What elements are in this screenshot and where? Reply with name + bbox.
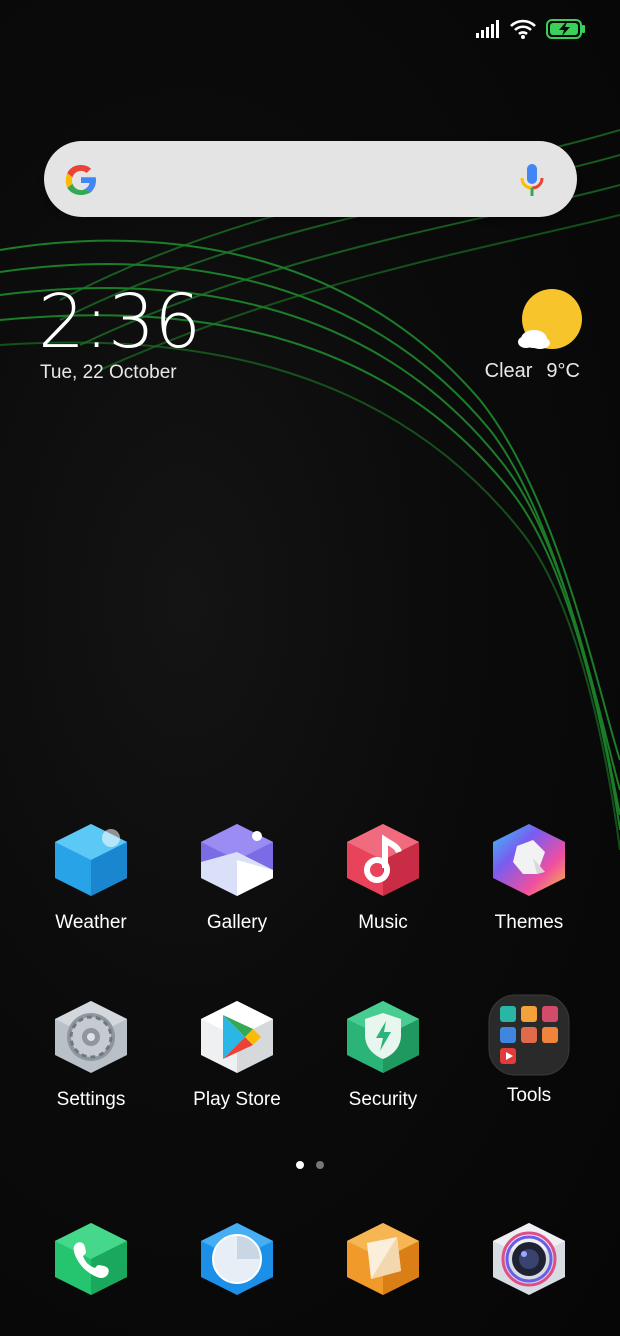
music-app[interactable]: Music <box>310 822 456 934</box>
weather-app[interactable]: Weather <box>18 822 164 934</box>
settings-app-icon <box>55 1001 127 1073</box>
app-label: Music <box>358 912 408 933</box>
dock-camera[interactable] <box>489 1221 569 1297</box>
wifi-icon <box>510 19 536 39</box>
tools-folder-icon <box>488 994 570 1076</box>
dock-phone[interactable] <box>51 1221 131 1297</box>
dock-browser[interactable] <box>197 1221 277 1297</box>
weather-widget[interactable]: Clear 9°C <box>485 360 580 383</box>
security-app-icon <box>347 1001 419 1073</box>
phone-app-icon <box>55 1223 127 1295</box>
weather-condition: Clear <box>484 360 533 382</box>
play-store-app[interactable]: Play Store <box>164 999 310 1111</box>
gallery-app[interactable]: Gallery <box>164 822 310 934</box>
file-manager-app-icon <box>347 1223 419 1295</box>
app-label: Gallery <box>206 912 268 933</box>
app-label: Play Store <box>193 1089 281 1110</box>
app-label: Security <box>348 1089 418 1110</box>
page-indicator <box>0 1161 620 1169</box>
themes-app[interactable]: Themes <box>456 822 602 934</box>
play-store-app-icon <box>201 1001 273 1073</box>
app-label: Weather <box>55 912 127 933</box>
dock-file-manager[interactable] <box>343 1221 423 1297</box>
battery-charging-icon <box>546 19 586 39</box>
gallery-app-icon <box>201 824 273 896</box>
security-app[interactable]: Security <box>310 999 456 1111</box>
tools-folder[interactable]: Tools <box>456 993 602 1107</box>
settings-app[interactable]: Settings <box>18 999 164 1111</box>
app-label: Themes <box>494 912 564 933</box>
themes-app-icon <box>493 824 565 896</box>
signal-bars-icon <box>476 20 500 38</box>
app-label: Tools <box>506 1085 552 1106</box>
weather-temperature: 9°C <box>546 360 580 382</box>
google-search-bar[interactable] <box>44 141 577 217</box>
camera-app-icon <box>493 1223 565 1295</box>
clock-date[interactable]: Tue, 22 October <box>40 362 177 384</box>
status-bar <box>476 14 586 44</box>
page-dot-active[interactable] <box>296 1161 304 1169</box>
partly-sunny-icon[interactable] <box>516 289 584 353</box>
browser-app-icon <box>201 1223 273 1295</box>
music-app-icon <box>347 824 419 896</box>
weather-app-icon <box>55 824 127 896</box>
page-dot[interactable] <box>316 1161 324 1169</box>
app-label: Settings <box>56 1089 126 1110</box>
clock-time[interactable]: 2:36 <box>38 280 201 364</box>
